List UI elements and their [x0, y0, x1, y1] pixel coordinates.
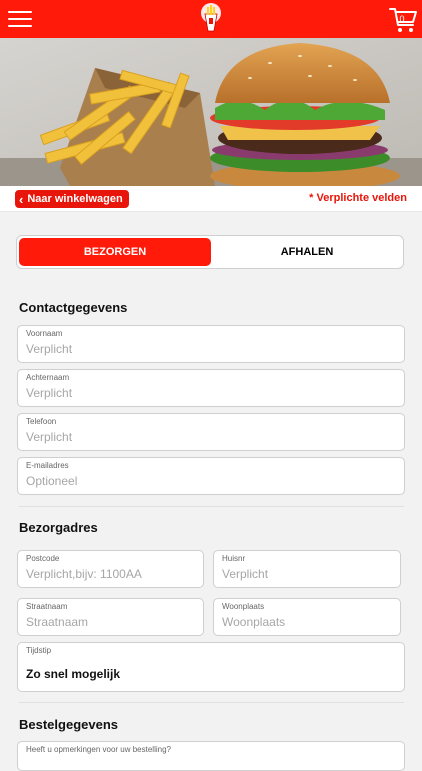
address-section-title: Bezorgadres: [19, 520, 98, 535]
section-divider: [19, 702, 404, 703]
phone-placeholder: Verplicht: [26, 430, 73, 444]
delivery-method-toggle: BEZORGEN AFHALEN: [16, 235, 404, 269]
tab-afhalen[interactable]: AFHALEN: [211, 238, 403, 266]
top-bar: 0: [0, 0, 422, 38]
housenumber-placeholder: Verplicht: [222, 567, 269, 581]
time-select[interactable]: Tijdstip Zo snel mogelijk: [17, 642, 405, 692]
remarks-field[interactable]: Heeft u opmerkingen voor uw bestelling?: [17, 741, 405, 771]
phone-label: Telefoon: [26, 417, 57, 426]
street-label: Straatnaam: [26, 602, 68, 611]
time-label: Tijdstip: [26, 646, 52, 655]
city-field[interactable]: Woonplaats Woonplaats: [213, 598, 401, 636]
shopping-cart-button[interactable]: 0: [388, 5, 418, 35]
firstname-label: Voornaam: [26, 329, 63, 338]
time-value: Zo snel mogelijk: [26, 667, 121, 681]
email-label: E-mailadres: [26, 461, 69, 470]
lastname-field[interactable]: Achternaam Verplicht: [17, 369, 405, 407]
back-to-cart-label: Naar winkelwagen: [27, 193, 123, 205]
housenumber-field[interactable]: Huisnr Verplicht: [213, 550, 401, 588]
firstname-placeholder: Verplicht: [26, 342, 73, 356]
street-field[interactable]: Straatnaam Straatnaam: [17, 598, 204, 636]
postcode-field[interactable]: Postcode Verplicht,bijv: 1100AA: [17, 550, 204, 588]
tab-bezorgen[interactable]: BEZORGEN: [19, 238, 211, 266]
city-placeholder: Woonplaats: [222, 615, 286, 629]
postcode-placeholder: Verplicht,bijv: 1100AA: [26, 567, 142, 581]
email-field[interactable]: E-mailadres Optioneel: [17, 457, 405, 495]
street-placeholder: Straatnaam: [26, 615, 89, 629]
lastname-placeholder: Verplicht: [26, 386, 73, 400]
order-section-title: Bestelgegevens: [19, 717, 118, 732]
back-to-cart-button[interactable]: ‹ Naar winkelwagen: [15, 190, 129, 208]
housenumber-label: Huisnr: [222, 554, 246, 563]
cart-count-badge: 0: [399, 14, 405, 24]
city-label: Woonplaats: [222, 602, 265, 611]
phone-field[interactable]: Telefoon Verplicht: [17, 413, 405, 451]
hero-banner-image: [0, 38, 422, 186]
lastname-label: Achternaam: [26, 373, 70, 382]
form-nav-row: ‹ Naar winkelwagen * Verplichte velden: [0, 186, 422, 212]
required-fields-note: * Verplichte velden: [309, 192, 407, 204]
postcode-label: Postcode: [26, 554, 60, 563]
hamburger-menu-icon[interactable]: [8, 11, 32, 27]
email-placeholder: Optioneel: [26, 474, 78, 488]
section-divider: [19, 506, 404, 507]
contact-section-title: Contactgegevens: [19, 300, 128, 315]
firstname-field[interactable]: Voornaam Verplicht: [17, 325, 405, 363]
fries-logo-icon: [201, 3, 221, 32]
chevron-left-icon: ‹: [19, 191, 24, 207]
